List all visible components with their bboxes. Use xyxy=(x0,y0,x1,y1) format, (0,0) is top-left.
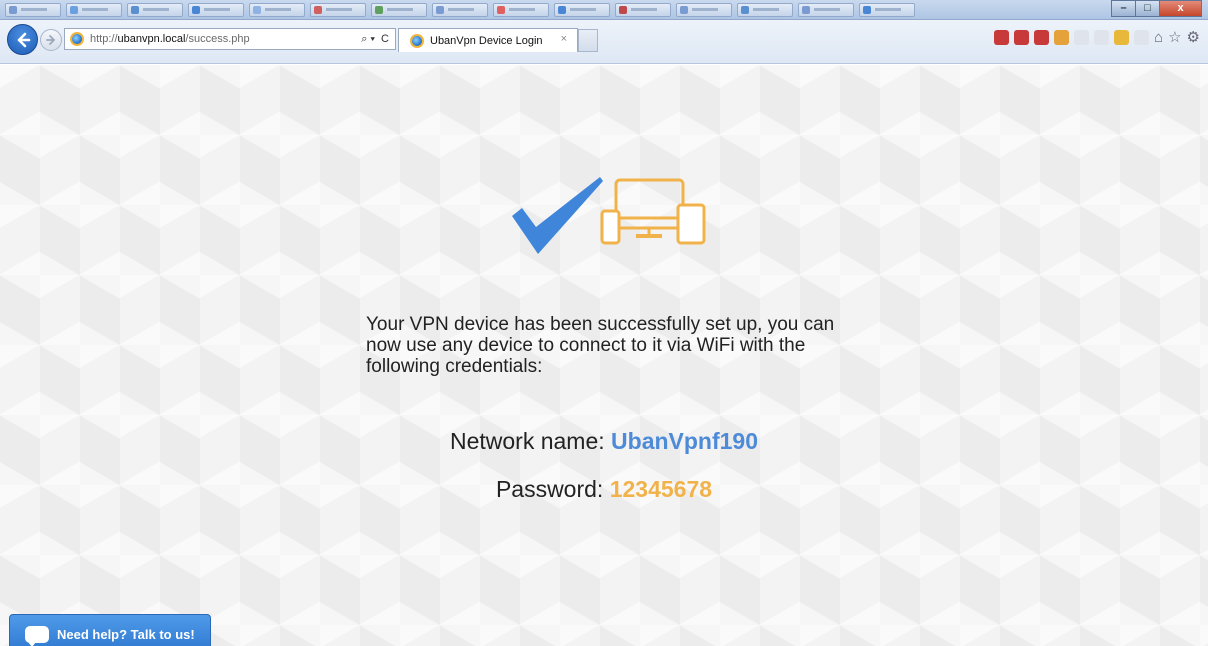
window-tab[interactable] xyxy=(737,2,793,17)
window-tab-title-placeholder xyxy=(631,8,657,11)
extension-icon[interactable] xyxy=(1014,30,1030,45)
success-message: Your VPN device has been successfully se… xyxy=(366,314,835,377)
window-tab[interactable] xyxy=(859,2,915,17)
refresh-icon[interactable]: C xyxy=(381,33,389,45)
window-tab-title-placeholder xyxy=(875,8,901,11)
close-window-button[interactable]: x xyxy=(1159,0,1202,17)
window-tab-favicon xyxy=(70,5,78,14)
url-path: /success.php xyxy=(185,33,250,45)
tab-close-icon[interactable]: × xyxy=(561,33,567,45)
window-tab[interactable] xyxy=(554,2,610,17)
window-tab[interactable] xyxy=(615,2,671,17)
window-tab-favicon xyxy=(9,5,17,14)
window-tab-strip: – □ x xyxy=(0,0,1208,20)
url-host: ubanvpn.local xyxy=(117,33,186,45)
window-tab-title-placeholder xyxy=(265,8,291,11)
help-chat-button[interactable]: Need help? Talk to us! xyxy=(9,614,211,646)
address-bar[interactable]: http://ubanvpn.local/success.php ⌕ ▾ C xyxy=(64,28,396,50)
window-tab-title-placeholder xyxy=(204,8,230,11)
forward-button[interactable] xyxy=(40,29,62,51)
window-tab-title-placeholder xyxy=(814,8,840,11)
window-tab-title-placeholder xyxy=(326,8,352,11)
ie-page-icon xyxy=(70,32,84,46)
window-tab-title-placeholder xyxy=(448,8,474,11)
window-tab-favicon xyxy=(314,5,322,14)
window-controls: – □ x xyxy=(1111,0,1202,17)
minimize-button[interactable]: – xyxy=(1111,0,1136,17)
window-tab[interactable] xyxy=(127,2,183,17)
window-tab[interactable] xyxy=(249,2,305,17)
browser-toolbar: ⌂ ☆ ⚙ xyxy=(989,30,1200,45)
devices-icon xyxy=(600,178,706,245)
window-tab-favicon xyxy=(558,5,566,14)
back-arrow-icon xyxy=(17,32,30,47)
window-tab-title-placeholder xyxy=(692,8,718,11)
success-graphic xyxy=(512,177,706,254)
window-tab[interactable] xyxy=(493,2,549,17)
help-chat-label: Need help? Talk to us! xyxy=(57,626,195,642)
window-tab-title-placeholder xyxy=(753,8,779,11)
url-scheme: http:// xyxy=(90,33,118,45)
extension-icon[interactable] xyxy=(1134,30,1150,45)
network-name-line: Network name: UbanVpnf190 xyxy=(0,428,1208,455)
window-tab[interactable] xyxy=(432,2,488,17)
window-tab-title-placeholder xyxy=(143,8,169,11)
extension-icon[interactable] xyxy=(1094,30,1110,45)
window-tab-favicon xyxy=(375,5,383,14)
extension-icon[interactable] xyxy=(994,30,1010,45)
window-tab-favicon xyxy=(436,5,444,14)
favorites-icon[interactable]: ☆ xyxy=(1168,30,1181,45)
tab-page-icon xyxy=(410,33,424,48)
window-tab-title-placeholder xyxy=(82,8,108,11)
window-tab-favicon xyxy=(802,5,810,14)
forward-arrow-icon xyxy=(46,35,56,45)
home-icon[interactable]: ⌂ xyxy=(1154,30,1163,45)
window-tab[interactable] xyxy=(798,2,854,17)
extension-icon[interactable] xyxy=(1114,30,1130,45)
extension-icon[interactable] xyxy=(1034,30,1050,45)
window-tab[interactable] xyxy=(5,2,61,17)
window-tab[interactable] xyxy=(310,2,366,17)
checkmark-icon xyxy=(512,177,603,254)
window-tab-favicon xyxy=(192,5,200,14)
window-tab-title-placeholder xyxy=(21,8,47,11)
window-tab-favicon xyxy=(863,5,871,14)
password-value: 12345678 xyxy=(609,476,713,502)
browser-nav-bar: http://ubanvpn.local/success.php ⌕ ▾ C U… xyxy=(0,20,1208,64)
tab-title: UbanVpn Device Login xyxy=(430,34,543,47)
network-name-value: UbanVpnf190 xyxy=(611,428,759,454)
extension-icon[interactable] xyxy=(1054,30,1070,45)
address-tools: ⌕ ▾ C xyxy=(355,33,395,46)
window-tab[interactable] xyxy=(66,2,122,17)
window-tab-favicon xyxy=(680,5,688,14)
new-tab-button[interactable] xyxy=(578,29,598,52)
back-button[interactable] xyxy=(7,24,38,55)
window-tab[interactable] xyxy=(371,2,427,17)
extension-icons xyxy=(989,30,1150,45)
window-tab-favicon xyxy=(619,5,627,14)
window-tab-favicon xyxy=(497,5,505,14)
chat-bubble-icon xyxy=(25,625,49,646)
window-tab[interactable] xyxy=(188,2,244,17)
tools-gear-icon[interactable]: ⚙ xyxy=(1187,30,1200,45)
password-line: Password: 12345678 xyxy=(0,476,1208,503)
window-tab-favicon xyxy=(131,5,139,14)
window-tab-favicon xyxy=(741,5,749,14)
window-tab-title-placeholder xyxy=(509,8,535,11)
window-tab-title-placeholder xyxy=(570,8,596,11)
window-tab-title-placeholder xyxy=(387,8,413,11)
tab-ubanvpn-login[interactable]: UbanVpn Device Login × xyxy=(398,28,578,52)
extension-icon[interactable] xyxy=(1074,30,1090,45)
page-content: Your VPN device has been successfully se… xyxy=(0,65,1208,646)
window-tab-favicon xyxy=(253,5,261,14)
window-tab[interactable] xyxy=(676,2,732,17)
maximize-button[interactable]: □ xyxy=(1135,0,1160,17)
url-text[interactable]: http://ubanvpn.local/success.php xyxy=(90,33,250,45)
window-tab-list xyxy=(0,2,915,17)
password-label: Password: xyxy=(495,476,610,502)
network-name-label: Network name: xyxy=(449,428,612,454)
search-dropdown-icon[interactable]: ⌕ ▾ xyxy=(361,33,375,46)
